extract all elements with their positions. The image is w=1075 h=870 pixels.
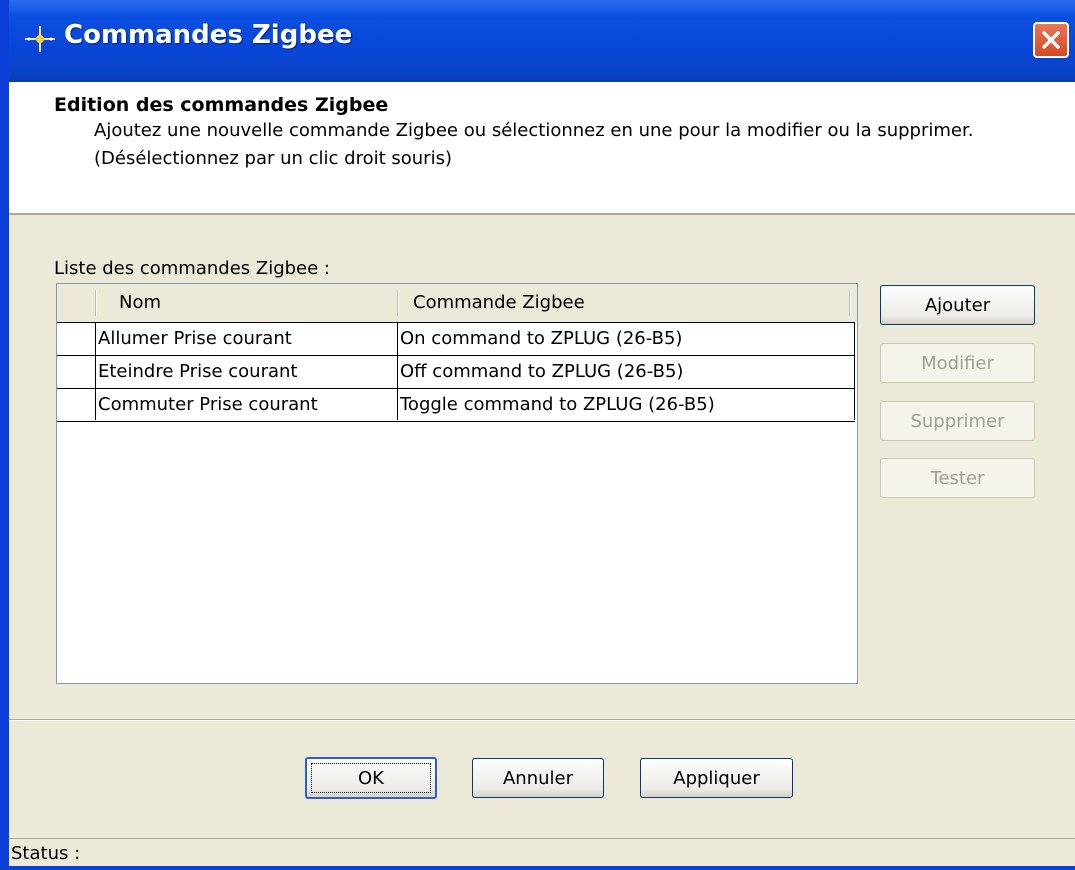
table-row[interactable]: Allumer Prise courant On command to ZPLU…: [57, 323, 855, 356]
edit-button[interactable]: Modifier: [880, 343, 1035, 383]
header-title: Edition des commandes Zigbee: [54, 94, 389, 116]
header-description: Ajoutez une nouvelle commande Zigbee ou …: [94, 120, 974, 141]
command-table[interactable]: Nom Commande Zigbee Allumer Prise couran…: [56, 283, 858, 684]
apply-button[interactable]: Appliquer: [640, 758, 793, 798]
cell-nom: Eteindre Prise courant: [98, 361, 298, 382]
cell-nom: Commuter Prise courant: [98, 394, 318, 415]
delete-button[interactable]: Supprimer: [880, 401, 1035, 441]
cancel-button[interactable]: Annuler: [472, 758, 604, 798]
close-button[interactable]: [1033, 22, 1069, 58]
header-separator: [849, 290, 851, 316]
cell-commande: Off command to ZPLUG (26-B5): [400, 361, 684, 382]
table-row[interactable]: Commuter Prise courant Toggle command to…: [57, 389, 855, 422]
status-bar: Status :: [9, 838, 1075, 870]
cell-commande: Toggle command to ZPLUG (26-B5): [400, 394, 715, 415]
window-title: Commandes Zigbee: [64, 20, 353, 50]
header-separator: [397, 290, 399, 316]
window-left-border: [0, 0, 9, 870]
zigbee-sparkle-icon: [25, 26, 55, 52]
add-button[interactable]: Ajouter: [880, 285, 1035, 325]
dialog-header: Edition des commandes Zigbee Ajoutez une…: [9, 82, 1075, 215]
column-header-nom[interactable]: Nom: [119, 284, 161, 322]
ok-button[interactable]: OK: [305, 757, 437, 799]
status-label: Status :: [11, 843, 81, 864]
focus-ring: [311, 763, 431, 793]
footer-separator: [9, 719, 1075, 721]
cell-nom: Allumer Prise courant: [98, 328, 292, 349]
header-separator: [95, 290, 97, 316]
close-icon: [1042, 31, 1060, 49]
dialog-window: Commandes Zigbee Edition des commandes Z…: [9, 0, 1075, 870]
table-row[interactable]: Eteindre Prise courant Off command to ZP…: [57, 356, 855, 389]
title-bar[interactable]: Commandes Zigbee: [9, 0, 1075, 82]
column-header-commande[interactable]: Commande Zigbee: [413, 284, 585, 322]
command-list-label: Liste des commandes Zigbee :: [54, 258, 330, 279]
header-hint: (Désélectionnez par un clic droit souris…: [94, 148, 452, 169]
test-button[interactable]: Tester: [880, 458, 1035, 498]
table-header: Nom Commande Zigbee: [57, 284, 857, 322]
cell-commande: On command to ZPLUG (26-B5): [400, 328, 683, 349]
